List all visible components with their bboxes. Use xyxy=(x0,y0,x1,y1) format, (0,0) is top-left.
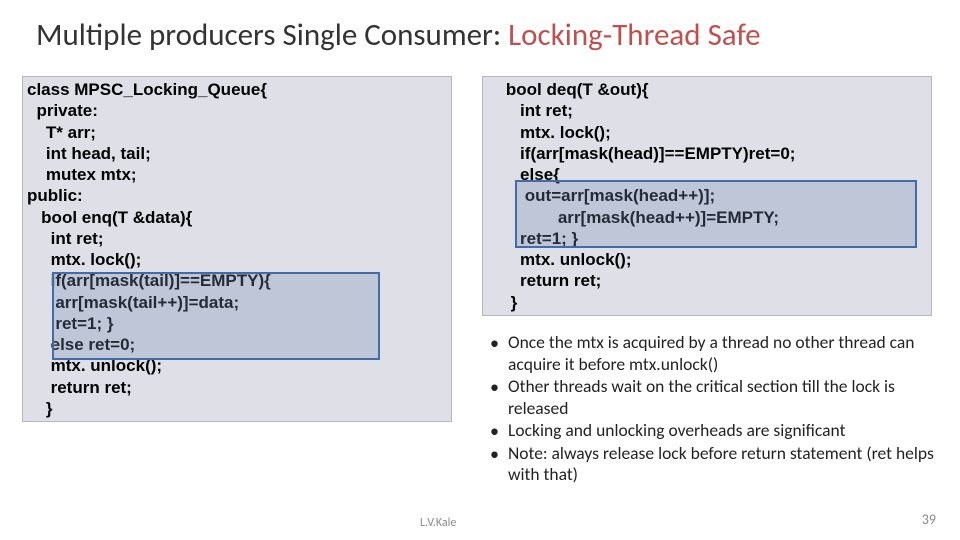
bullet-item: Locking and unlocking overheads are sign… xyxy=(508,420,944,442)
code-block-deq: bool deq(T &out){ int ret; mtx. lock(); … xyxy=(482,76,932,316)
slide-title: Multiple producers Single Consumer: Lock… xyxy=(36,16,940,54)
title-accent: Locking-Thread Safe xyxy=(508,16,760,54)
bullet-item: Once the mtx is acquired by a thread no … xyxy=(508,332,944,375)
bullet-item: Other threads wait on the critical secti… xyxy=(508,376,944,419)
footer-author: L.V.Kale xyxy=(420,516,456,530)
title-plain: Multiple producers Single Consumer: xyxy=(36,16,508,54)
code-block-enq: class MPSC_Locking_Queue{ private: T* ar… xyxy=(22,76,452,422)
bullet-item: Note: always release lock before return … xyxy=(508,443,944,486)
bullet-list: Once the mtx is acquired by a thread no … xyxy=(482,332,944,487)
footer-page-number: 39 xyxy=(922,511,936,528)
